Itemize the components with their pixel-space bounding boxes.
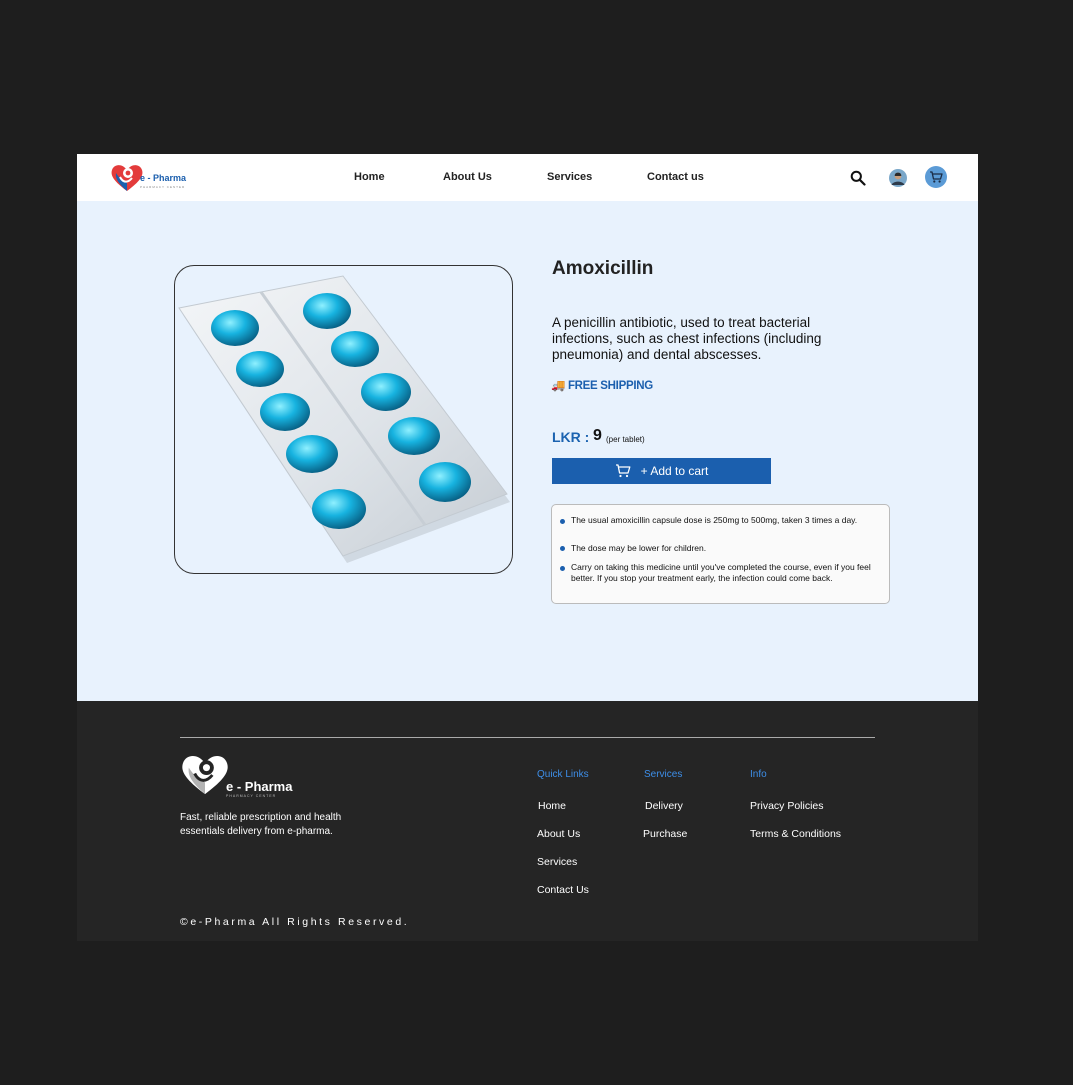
product-description: A penicillin antibiotic, used to treat b…: [552, 315, 822, 362]
footer-link-delivery[interactable]: Delivery: [645, 800, 683, 812]
footer-link-purchase[interactable]: Purchase: [643, 828, 687, 840]
footer: e - Pharma PHARMACY CENTER Fast, reliabl…: [77, 701, 978, 941]
brand-logo[interactable]: e - Pharma PHARMACY CENTER: [110, 163, 200, 193]
footer-services-title: Services: [644, 769, 683, 780]
footer-link-services[interactable]: Services: [537, 856, 577, 868]
brand-name: e - Pharma: [140, 173, 187, 183]
footer-info-title: Info: [750, 769, 767, 780]
footer-brand-subtitle: PHARMACY CENTER: [226, 794, 277, 798]
footer-link-terms-conditions[interactable]: Terms & Conditions: [750, 828, 841, 840]
search-icon[interactable]: [850, 170, 866, 186]
dosage-info-box: The usual amoxicillin capsule dose is 25…: [551, 504, 890, 604]
copyright-text: ©e-Pharma All Rights Reserved.: [180, 916, 410, 928]
product-image-card: [174, 265, 513, 574]
price-currency-label: LKR :: [552, 429, 590, 445]
footer-link-home[interactable]: Home: [538, 800, 566, 812]
footer-tagline: Fast, reliable prescription and health e…: [180, 812, 342, 837]
add-to-cart-label: + Add to cart: [640, 464, 709, 478]
product-section: Amoxicillin A penicillin antibiotic, use…: [77, 201, 978, 701]
footer-divider: [180, 737, 875, 738]
dosage-info-item: The usual amoxicillin capsule dose is 25…: [571, 515, 858, 525]
price-value: 9: [593, 427, 602, 444]
nav-services[interactable]: Services: [547, 171, 592, 183]
bullet-icon: [560, 566, 565, 571]
nav-about-us[interactable]: About Us: [443, 171, 492, 183]
bullet-icon: [560, 519, 565, 524]
free-shipping-badge: 🚚 FREE SHIPPING: [551, 378, 653, 392]
page-frame: e - Pharma PHARMACY CENTER Home About Us…: [77, 154, 978, 941]
footer-quick-links-title: Quick Links: [537, 769, 589, 780]
product-title: Amoxicillin: [552, 258, 654, 279]
dosage-info-item: Carry on taking this medicine until you'…: [571, 562, 871, 583]
footer-brand-name: e - Pharma: [226, 779, 293, 794]
nav-home[interactable]: Home: [354, 171, 385, 183]
nav-contact-us[interactable]: Contact us: [647, 171, 704, 183]
cart-icon[interactable]: [925, 166, 947, 188]
add-to-cart-button[interactable]: + Add to cart: [552, 458, 771, 484]
footer-heart-logo-icon[interactable]: [180, 752, 230, 798]
truck-icon: 🚚: [551, 380, 566, 392]
heart-logo-icon: [111, 165, 143, 191]
footer-link-contact-us[interactable]: Contact Us: [537, 884, 589, 896]
brand-subtitle: PHARMACY CENTER: [140, 185, 186, 189]
footer-link-about-us[interactable]: About Us: [537, 828, 580, 840]
price-unit: (per tablet): [606, 435, 645, 444]
free-shipping-label: FREE SHIPPING: [567, 380, 653, 392]
top-navbar: e - Pharma PHARMACY CENTER Home About Us…: [77, 154, 978, 201]
footer-link-privacy-policies[interactable]: Privacy Policies: [750, 800, 824, 812]
user-avatar-icon[interactable]: [889, 169, 907, 187]
bullet-icon: [560, 546, 565, 551]
dosage-info-item: The dose may be lower for children.: [571, 543, 707, 553]
cart-button-icon: [615, 464, 631, 478]
pill-blister-image: [178, 275, 510, 563]
